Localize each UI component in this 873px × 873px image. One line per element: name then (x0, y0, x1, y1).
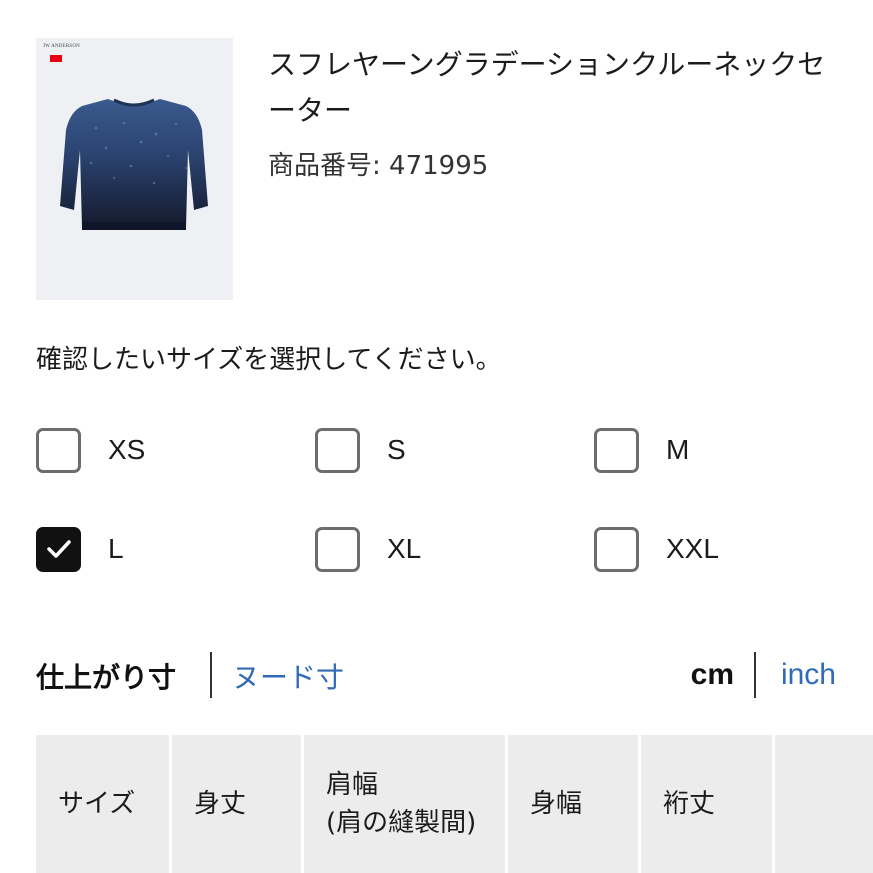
size-option-s[interactable]: S (315, 427, 406, 473)
checkbox[interactable] (315, 526, 360, 572)
checkbox[interactable] (315, 427, 360, 473)
checkmark-icon (46, 540, 71, 558)
tab-nude-measurements[interactable]: ヌード寸 (232, 656, 344, 696)
table-header-chest: 身幅 (508, 735, 641, 873)
table-header-size: サイズ (36, 735, 172, 873)
product-code: 商品番号: 471995 (268, 148, 488, 184)
size-label: XXL (666, 533, 719, 564)
tab-finished-measurements[interactable]: 仕上がり寸 (36, 656, 176, 696)
size-table-header: サイズ 身丈 肩幅 (肩の縫製間) 身幅 裄丈 (36, 735, 873, 873)
table-header-more (775, 735, 873, 873)
checkbox[interactable] (36, 427, 81, 473)
checkbox[interactable] (594, 526, 639, 572)
table-header-sleeve: 裄丈 (641, 735, 775, 873)
table-header-shoulder: 肩幅 (肩の縫製間) (304, 735, 508, 873)
table-header-shoulder-line1: 肩幅 (326, 770, 379, 800)
size-label: XL (387, 533, 422, 564)
product-code-label: 商品番号: (268, 151, 390, 181)
measurement-toggle-row: 仕上がり寸 ヌード寸 cm inch (36, 650, 836, 702)
product-title: スフレヤーングラデーションクルーネックセーター (268, 48, 826, 127)
unit-cm[interactable]: cm (691, 658, 734, 692)
brand-logo: JW ANDERSON (43, 44, 80, 49)
size-label: L (108, 533, 124, 564)
table-header-length: 身丈 (172, 735, 304, 873)
size-option-xl[interactable]: XL (315, 526, 421, 572)
product-image[interactable]: JW ANDERSON (36, 38, 233, 300)
sweater-image (60, 98, 208, 230)
checkbox-checked[interactable] (36, 526, 81, 572)
size-label: S (387, 434, 406, 465)
checkbox[interactable] (594, 427, 639, 473)
size-option-l[interactable]: L (36, 526, 124, 572)
unit-divider (754, 652, 756, 698)
size-option-xs[interactable]: XS (36, 427, 145, 473)
tab-divider (210, 652, 212, 698)
size-option-xxl[interactable]: XXL (594, 526, 719, 572)
table-header-shoulder-line2: (肩の縫製間) (326, 808, 477, 838)
size-select-prompt: 確認したいサイズを選択してください。 (36, 345, 502, 375)
unit-inch[interactable]: inch (781, 658, 836, 692)
uniqlo-logo (50, 55, 62, 62)
size-option-m[interactable]: M (594, 427, 689, 473)
size-label: M (666, 434, 690, 465)
size-label: XS (108, 434, 146, 465)
product-code-value: 471995 (389, 151, 489, 181)
